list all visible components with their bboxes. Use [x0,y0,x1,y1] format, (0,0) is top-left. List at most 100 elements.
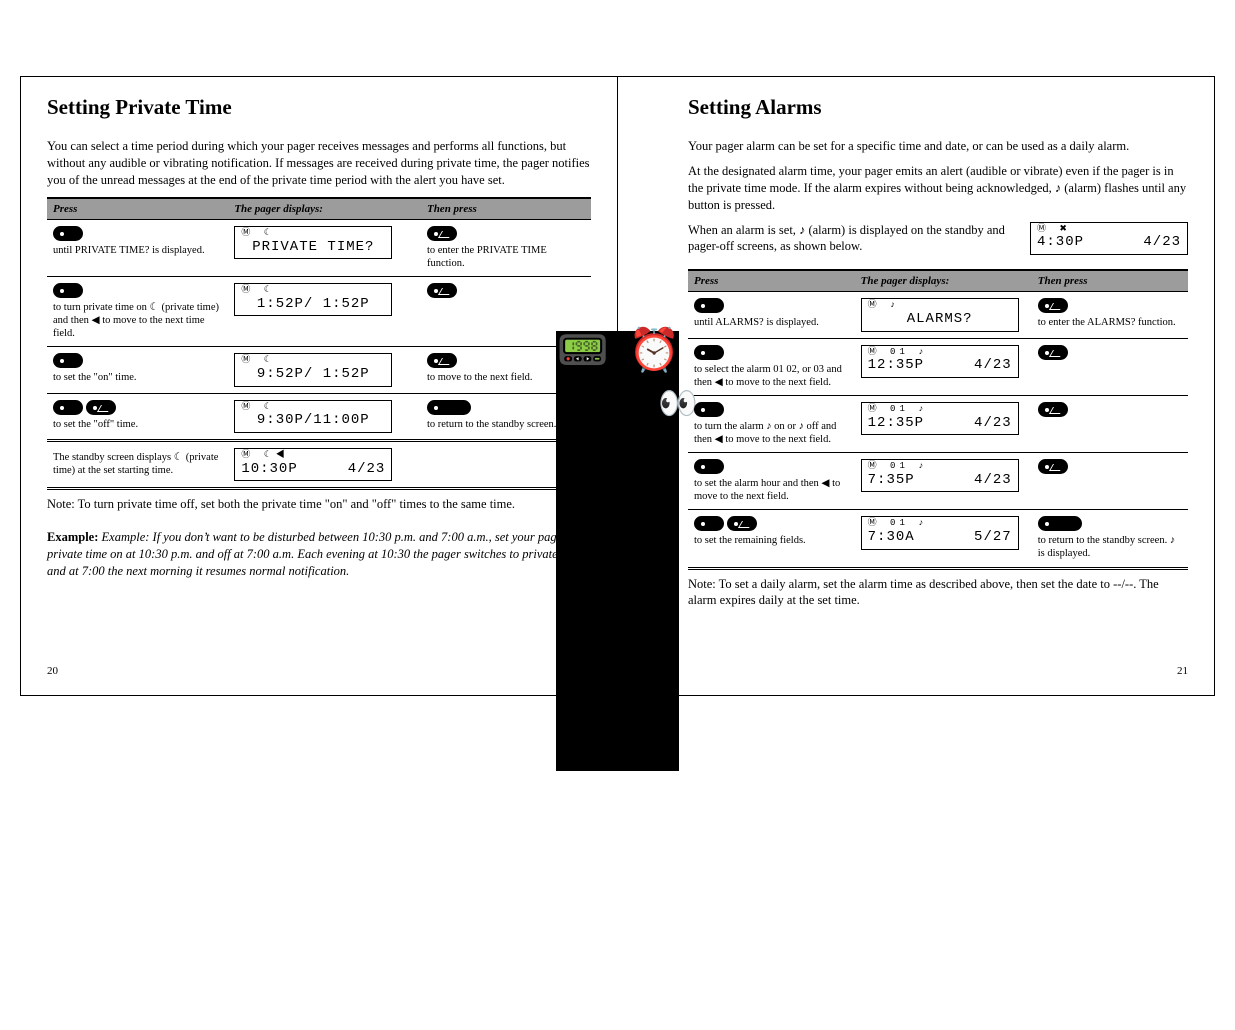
lcd-icons: Ⓜ ☾ [241,403,385,413]
page-number-right: 21 [1177,665,1188,677]
read-button-icon [427,283,457,298]
menu-button-icon [53,400,83,415]
lcd-screen: Ⓜ ☾ 9:30P/11:00P [234,400,392,433]
read-button-icon [1038,402,1068,417]
press-text: to set the "off" time. [53,418,222,431]
steps-table-right: Press The pager displays: Then press unt… [688,269,1188,569]
lcd-main: 9:30P/11:00P [241,413,385,428]
page-right: ⏰ 👀 Setting Alarms Your pager alarm can … [618,77,1214,695]
manual-spread: 📟 Setting Private Time You can select a … [20,76,1215,696]
lcd-date: 4/23 [974,416,1012,431]
press-text: to set the remaining fields. [694,534,849,547]
menu-button-icon [53,226,83,241]
lcd-main: 1:52P/ 1:52P [241,297,385,312]
menu-button-icon [694,459,724,474]
lcd-date: 4/23 [974,473,1012,488]
step-row: to set the "on" time. Ⓜ ☾ 9:52P/ 1:52P t… [47,347,591,393]
menu-button-icon [694,298,724,313]
press-text: to set the "on" time. [53,371,222,384]
menu-button-icon [53,283,83,298]
lcd-icons: Ⓜ ✖ [1037,225,1181,235]
lcd-time: 4:30P [1037,235,1084,250]
press-text: to turn private time on ☾ (private time)… [53,301,222,340]
eyes-clipart-icon: 👀 [658,387,698,419]
press-text: to set the alarm hour and then ◀ to move… [694,477,849,503]
lcd-screen: Ⓜ ☾◀ 10:30P 4/23 [234,448,392,481]
lcd-screen: Ⓜ ♪ ALARMS? [861,298,1019,331]
hdr-next: Then press [421,198,591,220]
lcd-time: 7:35P [868,473,915,488]
note-right: Note: To set a daily alarm, set the alar… [688,576,1188,610]
example-text: Example: If you don’t want to be disturb… [47,530,582,578]
next-text: to enter the PRIVATE TIME function. [427,244,585,270]
lcd-icons: Ⓜ ☾ [241,286,385,296]
next-text: to enter the ALARMS? function. [1038,316,1182,329]
section-title-right: Setting Alarms [688,95,1188,120]
lcd-icons: Ⓜ ☾◀ [241,451,385,461]
read-button-icon [1038,459,1068,474]
bell-icon: ♪ [799,223,805,237]
lcd-screen: Ⓜ 01 ♪ 7:30A 5/27 [861,516,1019,549]
lcd-icons: Ⓜ ☾ [241,356,385,366]
lcd-icons: Ⓜ 01 ♪ [868,405,1012,415]
lead-right-2: At the designated alarm time, your pager… [688,163,1188,214]
steps-table-left: Press The pager displays: Then press unt… [47,197,591,490]
hdr-lcd: The pager displays: [228,198,421,220]
lcd-screen: Ⓜ ☾ 1:52P/ 1:52P [234,283,392,316]
press-text: to select the alarm 01 02, or 03 and the… [694,363,849,389]
step-row: to turn the alarm ♪ on or ♪ off and then… [688,395,1188,452]
menu-button-icon [694,402,724,417]
hdr-next: Then press [1032,270,1188,292]
exit-button-icon [1038,516,1082,531]
hdr-press: Press [47,198,228,220]
lcd-date: 4/23 [348,462,386,477]
lcd-main: PRIVATE TIME? [241,240,385,255]
lead-right-1: Your pager alarm can be set for a specif… [688,138,1188,155]
menu-button-icon [694,516,724,531]
lcd-time: 10:30P [241,462,297,477]
read-button-icon [86,400,116,415]
lcd-main: 9:52P/ 1:52P [241,367,385,382]
step-row: until ALARMS? is displayed. Ⓜ ♪ ALARMS? … [688,292,1188,338]
lcd-screen: Ⓜ 01 ♪ 12:35P 4/23 [861,402,1019,435]
read-button-icon [427,353,457,368]
next-text: to return to the standby screen. ♪ is di… [1038,534,1182,560]
lcd-screen: Ⓜ 01 ♪ 7:35P 4/23 [861,459,1019,492]
lcd-time: 12:35P [868,358,924,373]
lcd-screen: Ⓜ ☾ 9:52P/ 1:52P [234,353,392,386]
step-row: to select the alarm 01 02, or 03 and the… [688,338,1188,395]
section-title-left: Setting Private Time [47,95,591,120]
lcd-time: 7:30A [868,530,915,545]
page-number-left: 20 [47,665,58,677]
alarm-clock-clipart-icon: ⏰ [628,330,680,372]
lcd-time: 12:35P [868,416,924,431]
lead-left: You can select a time period during whic… [47,138,591,189]
press-text: to turn the alarm ♪ on or ♪ off and then… [694,420,849,446]
hdr-lcd: The pager displays: [855,270,1032,292]
page-left: 📟 Setting Private Time You can select a … [21,77,617,695]
note-left: Note: To turn private time off, set both… [47,496,591,513]
pager-clipart-icon: 📟 [557,330,609,372]
lcd-icons: Ⓜ 01 ♪ [868,519,1012,529]
standby-text: The standby screen displays ☾ (private t… [53,451,222,477]
step-row: to set the "off" time. Ⓜ ☾ 9:30P/11:00P … [47,393,591,440]
hdr-press: Press [688,270,855,292]
step-row: to set the remaining fields. Ⓜ 01 ♪ 7:30… [688,510,1188,568]
lcd-standby-example: Ⓜ ✖ 4:30P 4/23 [1030,222,1188,255]
bell-icon: ♪ [1055,181,1061,195]
exit-button-icon [427,400,471,415]
step-row: to turn private time on ☾ (private time)… [47,276,591,346]
read-button-icon [1038,345,1068,360]
lcd-screen: Ⓜ 01 ♪ 12:35P 4/23 [861,345,1019,378]
press-text: until PRIVATE TIME? is displayed. [53,244,222,257]
lcd-icons: Ⓜ 01 ♪ [868,462,1012,472]
menu-button-icon [694,345,724,360]
lcd-date: 4/23 [974,358,1012,373]
lcd-date: 4/23 [1143,235,1181,250]
step-row: to set the alarm hour and then ◀ to move… [688,453,1188,510]
lcd-screen: Ⓜ ☾ PRIVATE TIME? [234,226,392,259]
read-button-icon [727,516,757,531]
menu-button-icon [53,353,83,368]
lcd-main: ALARMS? [868,312,1012,327]
lcd-icons: Ⓜ ☾ [241,229,385,239]
